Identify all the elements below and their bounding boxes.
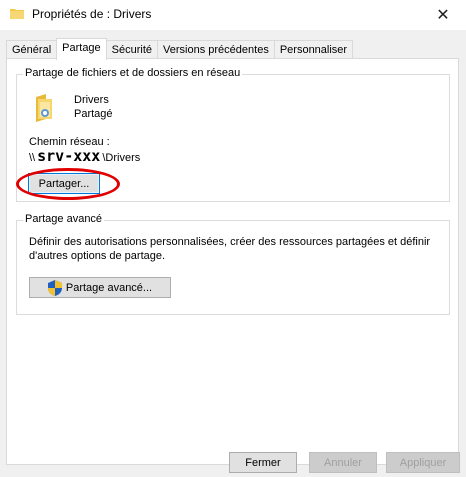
tab-strip: Général Partage Sécurité Versions précéd… bbox=[6, 38, 354, 60]
advanced-group-label: Partage avancé bbox=[23, 213, 105, 225]
apply-button[interactable]: Appliquer bbox=[386, 452, 460, 473]
share-button[interactable]: Partager... bbox=[28, 173, 100, 194]
advanced-description: Définir des autorisations personnalisées… bbox=[29, 236, 431, 262]
tab-previous-versions[interactable]: Versions précédentes bbox=[157, 40, 275, 59]
tab-customize[interactable]: Personnaliser bbox=[273, 40, 354, 59]
path-suffix: \Drivers bbox=[102, 152, 141, 164]
network-path: \\ srv-xxx \Drivers bbox=[29, 147, 140, 165]
cancel-button[interactable]: Annuler bbox=[309, 452, 377, 473]
shared-folder-icon bbox=[36, 94, 52, 122]
folder-icon bbox=[10, 9, 24, 19]
close-icon[interactable]: ✕ bbox=[420, 0, 466, 30]
close-button[interactable]: Fermer bbox=[229, 452, 297, 473]
share-status: Partagé bbox=[74, 108, 113, 120]
advanced-sharing-button[interactable]: Partage avancé... bbox=[29, 277, 171, 298]
tab-security[interactable]: Sécurité bbox=[105, 40, 159, 59]
advanced-sharing-button-label: Partage avancé... bbox=[65, 281, 153, 294]
window-title: Propriétés de : Drivers bbox=[32, 7, 152, 21]
sharing-group-label: Partage de fichiers et de dossiers en ré… bbox=[23, 67, 243, 79]
server-name: srv-xxx bbox=[37, 147, 101, 165]
folder-name: Drivers bbox=[74, 94, 109, 106]
path-prefix: \\ bbox=[29, 152, 36, 164]
tab-general[interactable]: Général bbox=[6, 40, 58, 59]
title-bar: Propriétés de : Drivers ✕ bbox=[0, 0, 466, 30]
tab-sharing[interactable]: Partage bbox=[56, 38, 107, 60]
uac-shield-icon bbox=[47, 279, 62, 296]
